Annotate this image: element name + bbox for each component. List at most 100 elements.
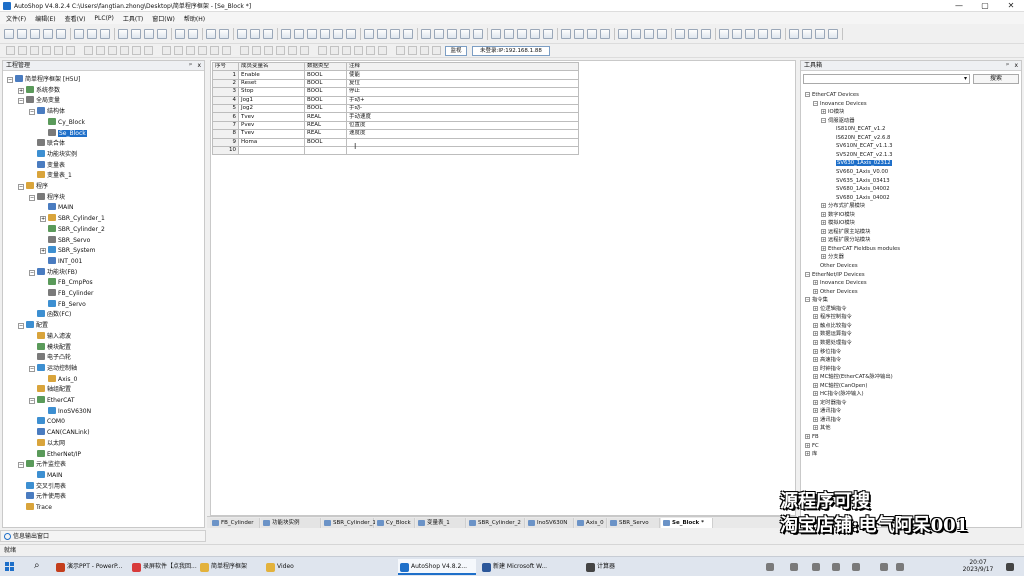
- toolbar-button-icon[interactable]: [732, 29, 742, 39]
- toolbar-button-icon[interactable]: [618, 29, 628, 39]
- ladder-tool-icon[interactable]: [366, 46, 375, 55]
- ladder-tool-icon[interactable]: [84, 46, 93, 55]
- project-tree-item-com0[interactable]: COM0: [29, 417, 65, 427]
- ladder-tool-icon[interactable]: [318, 46, 327, 55]
- toolbar-button-icon[interactable]: [307, 29, 317, 39]
- ladder-tool-icon[interactable]: [186, 46, 195, 55]
- minimize-button[interactable]: —: [946, 0, 972, 12]
- project-tree-item-se-block[interactable]: Se_Block: [40, 128, 87, 139]
- ladder-tool-icon[interactable]: [30, 46, 39, 55]
- ladder-tool-icon[interactable]: [120, 46, 129, 55]
- data-type-cell[interactable]: BOOL: [304, 87, 347, 97]
- table-row[interactable]: 9 Homa BOOL: [212, 137, 579, 147]
- toolbox-item-item[interactable]: + 其他: [813, 424, 831, 433]
- ladder-tool-icon[interactable]: [288, 46, 297, 55]
- ladder-tool-icon[interactable]: [96, 46, 105, 55]
- toolbar-button-icon[interactable]: [758, 29, 768, 39]
- toolbox-item-sv520n-ecat-v2-1-3[interactable]: SV520N_ECAT_v2.1.3: [829, 151, 892, 160]
- toolbox-item-item[interactable]: + 远程扩展分站模块: [821, 236, 870, 245]
- windows-start-icon[interactable]: [5, 562, 15, 572]
- menu-tools[interactable]: 工具(T): [123, 14, 143, 23]
- toolbar-button-icon[interactable]: [56, 29, 66, 39]
- ladder-tool-icon[interactable]: [354, 46, 363, 55]
- toolbox-item-inovance-devices[interactable]: − Inovance Devices: [813, 100, 867, 109]
- table-row[interactable]: 7 Pvev REAL 位置度: [212, 120, 579, 131]
- ladder-tool-icon[interactable]: [264, 46, 273, 55]
- expand-icon[interactable]: +: [821, 237, 826, 243]
- tab-item[interactable]: 功能块实例: [261, 518, 321, 528]
- expand-icon[interactable]: +: [40, 248, 46, 255]
- panel-close-icon[interactable]: x: [197, 61, 201, 71]
- ladder-tool-icon[interactable]: [174, 46, 183, 55]
- project-tree-item-item[interactable]: 以太网: [29, 438, 65, 449]
- expand-icon[interactable]: +: [813, 314, 818, 320]
- toolbar-button-icon[interactable]: [263, 29, 273, 39]
- ladder-tool-icon[interactable]: [144, 46, 153, 55]
- expand-icon[interactable]: +: [821, 109, 826, 115]
- volume-icon[interactable]: [896, 563, 904, 571]
- project-tree-item-item[interactable]: − 结构体: [29, 107, 65, 117]
- toolbox-item-io[interactable]: + IO模块: [821, 108, 844, 117]
- expand-icon[interactable]: +: [813, 305, 818, 311]
- ladder-tool-icon[interactable]: [432, 46, 441, 55]
- toolbar-button-icon[interactable]: [447, 29, 457, 39]
- member-name-cell[interactable]: Jog1: [238, 95, 305, 105]
- taskbar-app-4[interactable]: Video: [264, 559, 324, 575]
- data-type-cell[interactable]: BOOL: [304, 70, 347, 80]
- toolbar-button-icon[interactable]: [43, 29, 53, 39]
- toolbox-item-item[interactable]: + 定时器指令: [813, 399, 847, 408]
- toolbox-item-item[interactable]: + 数据处理指令: [813, 339, 852, 348]
- toolbar-button-icon[interactable]: [118, 29, 128, 39]
- taskbar-app-2[interactable]: 录屏软件【点我回...: [130, 559, 197, 575]
- toolbar-button-icon[interactable]: [543, 29, 553, 39]
- tray-app-icon[interactable]: [790, 563, 798, 571]
- project-tree-item-item[interactable]: − 配置: [18, 321, 48, 331]
- collapse-icon[interactable]: −: [7, 77, 13, 83]
- expand-icon[interactable]: +: [805, 451, 810, 457]
- menu-file[interactable]: 文件(F): [6, 14, 26, 23]
- project-tree-item-item[interactable]: − 程序: [18, 182, 48, 192]
- toolbox-item-is620n-ecat-v2-6-8[interactable]: IS620N_ECAT_v2.6.8: [829, 134, 890, 143]
- toolbar-button-icon[interactable]: [574, 29, 584, 39]
- project-tree-item-item[interactable]: + 系统参数: [18, 85, 60, 96]
- chevron-down-icon[interactable]: ▾: [964, 75, 967, 82]
- data-type-cell[interactable]: BOOL: [304, 137, 347, 147]
- toolbar-button-icon[interactable]: [74, 29, 84, 39]
- project-tree-item-item[interactable]: 模块配置: [29, 342, 71, 353]
- toolbar-button-icon[interactable]: [87, 29, 97, 39]
- member-name-cell[interactable]: Tvev: [238, 112, 305, 122]
- collapse-icon[interactable]: −: [805, 271, 810, 277]
- ladder-tool-icon[interactable]: [252, 46, 261, 55]
- toolbar-button-icon[interactable]: [237, 29, 247, 39]
- project-tree-item-main[interactable]: MAIN: [40, 203, 74, 213]
- project-tree-item-item[interactable]: 功能块实例: [29, 149, 77, 160]
- collapse-icon[interactable]: −: [18, 98, 24, 105]
- comment-cell[interactable]: 手动+: [346, 95, 579, 105]
- project-tree-item-cy-block[interactable]: Cy_Block: [40, 117, 85, 128]
- collapse-icon[interactable]: −: [18, 184, 24, 190]
- toolbox-item-ethercat-devices[interactable]: − EtherCAT Devices: [805, 91, 859, 100]
- toolbox-item-ethercat-fieldbus-modules[interactable]: + EtherCAT Fieldbus modules: [821, 245, 900, 254]
- menu-help[interactable]: 帮助(H): [184, 14, 205, 23]
- comment-cell[interactable]: 停止: [346, 87, 579, 97]
- menu-window[interactable]: 窗口(W): [152, 14, 175, 23]
- toolbox-item-fc[interactable]: + FC: [805, 442, 819, 451]
- toolbar-button-icon[interactable]: [771, 29, 781, 39]
- toolbar-button-icon[interactable]: [688, 29, 698, 39]
- toolbox-item-inovance-devices[interactable]: + Inovance Devices: [813, 279, 867, 288]
- toolbox-item-io[interactable]: + 模拟IO模块: [821, 219, 855, 228]
- project-tree-item-item[interactable]: 轴组配置: [29, 385, 71, 395]
- close-button[interactable]: ✕: [998, 0, 1024, 12]
- collapse-icon[interactable]: −: [805, 297, 810, 303]
- ladder-tool-icon[interactable]: [6, 46, 15, 55]
- plc-connection-status[interactable]: 未登录:IP:192.168.1.88: [472, 46, 550, 56]
- toolbar-button-icon[interactable]: [421, 29, 431, 39]
- ladder-tool-icon[interactable]: [198, 46, 207, 55]
- comment-cell[interactable]: [346, 137, 579, 147]
- toolbar-button-icon[interactable]: [789, 29, 799, 39]
- toolbox-item-item[interactable]: + 高速指令: [813, 356, 841, 365]
- project-tree-item-fb-cmppos[interactable]: FB_CmpPos: [40, 278, 93, 288]
- expand-icon[interactable]: +: [805, 434, 810, 439]
- toolbox-item-mc-ethercat[interactable]: + MC轴控(EtherCAT&脉冲输出): [813, 373, 893, 382]
- project-tree-item-item[interactable]: 电子凸轮: [29, 353, 71, 363]
